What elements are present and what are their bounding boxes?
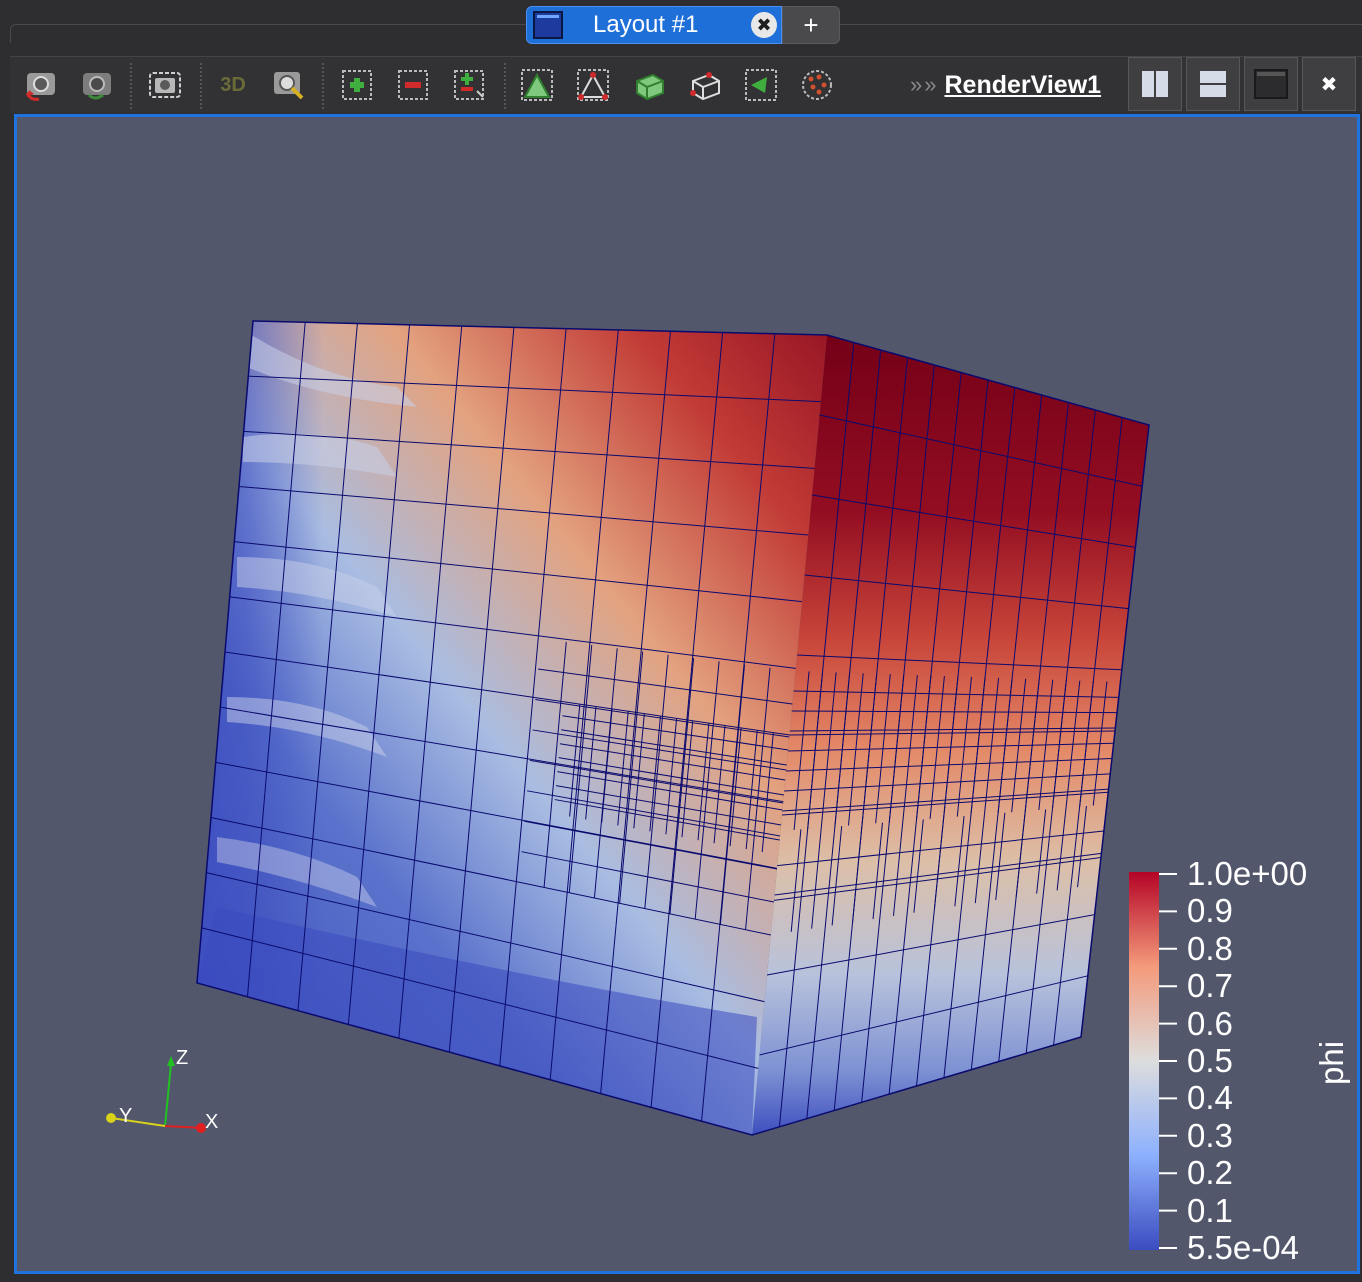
toolbar-separator xyxy=(504,63,506,109)
interactive-select-icon[interactable] xyxy=(796,65,838,105)
chevron-right-icon: » xyxy=(924,72,937,97)
close-view-button[interactable]: ✖ xyxy=(1302,57,1356,111)
toolbar-separator xyxy=(322,63,324,109)
render-view-title: » » RenderView1 xyxy=(910,69,1101,101)
select-points-through-icon[interactable] xyxy=(628,65,670,105)
close-tab-icon[interactable]: ✖ xyxy=(751,12,777,38)
toolbar-separator xyxy=(130,63,132,109)
toggle-selection-icon[interactable] xyxy=(448,65,490,105)
split-vertical-button[interactable] xyxy=(1186,57,1240,111)
toolbar-separator xyxy=(200,63,202,109)
split-vertical-icon xyxy=(1200,71,1226,97)
split-horizontal-icon xyxy=(1142,71,1168,97)
axis-z-label: Z xyxy=(176,1047,188,1069)
render-view-name[interactable]: RenderView1 xyxy=(945,71,1102,100)
axis-y-label: Y xyxy=(119,1105,132,1127)
select-block-icon[interactable] xyxy=(740,65,782,105)
toggle-3d-label: 3D xyxy=(220,73,246,96)
select-cells-on-icon[interactable] xyxy=(336,65,378,105)
zoom-to-box-icon[interactable] xyxy=(268,65,310,105)
capture-screenshot-icon[interactable] xyxy=(144,65,186,105)
split-horizontal-button[interactable] xyxy=(1128,57,1182,111)
layout-tab-bar: Layout #1 ✖ + xyxy=(0,0,1362,50)
render-view-viewport[interactable]: Z X Y 1.0e+00 0.9 0.8 0.7 0.6 0.5 0.4 0.3 0.2 0.1… xyxy=(14,114,1360,1274)
reset-camera-closest-icon[interactable] xyxy=(76,65,118,105)
add-layout-tab-button[interactable]: + xyxy=(782,6,840,44)
axis-x-label: X xyxy=(205,1111,218,1133)
deselect-cells-icon[interactable] xyxy=(392,65,434,105)
chevron-right-icon: » xyxy=(910,72,923,97)
maximize-view-icon xyxy=(1254,69,1288,99)
select-points-on-icon[interactable] xyxy=(516,65,558,105)
toggle-3d-button[interactable]: 3D xyxy=(212,65,254,105)
tab-label: Layout #1 xyxy=(593,11,699,38)
tab-layout-1[interactable]: Layout #1 ✖ xyxy=(526,6,782,44)
select-cells-through-icon[interactable] xyxy=(572,65,614,105)
render-view-toolbar: 3D » » RenderView1 ✖ xyxy=(10,56,1362,113)
layout-window-icon xyxy=(533,11,563,39)
maximize-view-button[interactable] xyxy=(1244,57,1298,111)
select-polygon-icon[interactable] xyxy=(684,65,726,105)
reset-camera-icon[interactable] xyxy=(20,65,62,105)
close-view-icon: ✖ xyxy=(1320,73,1338,96)
orientation-axes: Z X Y xyxy=(106,1047,218,1133)
